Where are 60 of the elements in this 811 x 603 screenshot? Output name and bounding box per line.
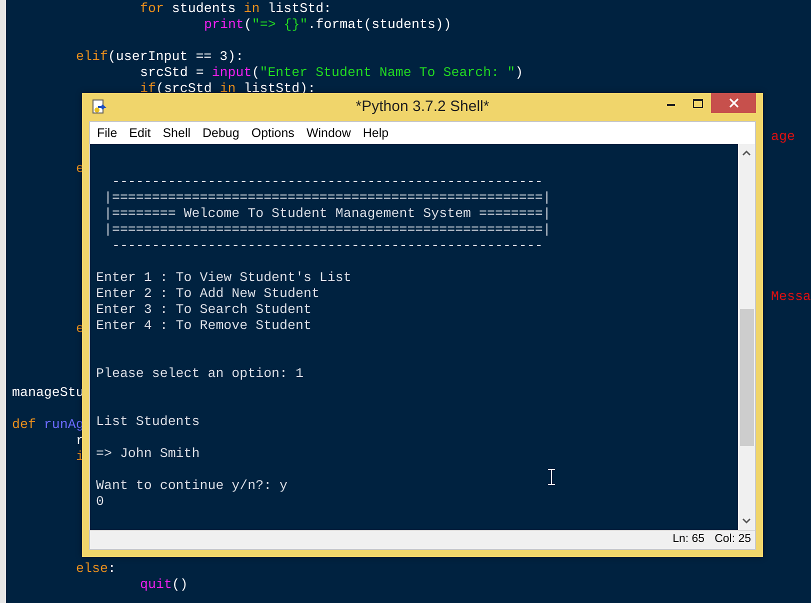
code-text: quit [140, 577, 172, 593]
code-text: "Enter Student Name To Search: " [260, 65, 516, 81]
scroll-down-icon[interactable] [742, 518, 751, 524]
scrollbar[interactable] [738, 144, 755, 530]
code-text: for [140, 1, 164, 17]
code-text: listStd: [266, 1, 332, 17]
code-text: () [172, 577, 188, 593]
code-text: runAg [44, 417, 84, 433]
code-text: ) [515, 65, 524, 81]
code-text: students [170, 1, 237, 17]
code-text: .format(students)) [308, 17, 452, 33]
shell-text: List Students [96, 414, 200, 429]
column-number-text: Col: 25 [714, 532, 751, 548]
menu-item[interactable]: Shell [156, 124, 196, 142]
code-text: input [212, 65, 252, 81]
shell-text: ------------------------------------------------------ [110, 238, 543, 253]
menu-item[interactable]: Help [356, 124, 395, 142]
shell-text: Please select an option: 1 [96, 366, 304, 381]
line-number-text: Ln: 65 [672, 532, 705, 548]
close-icon [728, 98, 738, 108]
menu-item[interactable]: File [91, 124, 124, 142]
shell-text: |======================================================| [102, 190, 551, 205]
text-cursor-icon [548, 469, 555, 485]
python-shell-icon [91, 99, 107, 115]
scroll-up-icon[interactable] [742, 150, 751, 156]
code-text: Messa [771, 289, 811, 305]
menu-item[interactable]: Edit [123, 124, 157, 142]
shell-text: Enter 4 : To Remove Student [96, 318, 312, 333]
code-text: in [220, 81, 236, 97]
code-text: : [108, 561, 116, 577]
code-text: listStd): [242, 81, 316, 97]
menu-item[interactable]: Window [300, 124, 357, 142]
shell-text: Enter 3 : To Search Student [96, 302, 312, 317]
shell-text: |======================================================| [102, 222, 551, 237]
shell-text: |======== Welcome To Student Management System ========| [102, 206, 551, 221]
code-text: ( [252, 65, 260, 81]
shell-text: Want to continue y/n?: y [96, 478, 288, 493]
code-text: else [76, 561, 108, 577]
window-title: *Python 3.7.2 Shell* [356, 96, 490, 117]
code-text: "=> {}" [252, 17, 308, 33]
menu-item[interactable]: Debug [196, 124, 246, 142]
code-text: ( [244, 17, 252, 33]
code-text: if [140, 81, 156, 97]
shell-text: 0 [96, 494, 104, 509]
shell-text: ------------------------------------------------------ [110, 174, 543, 189]
shell-text: Enter 2 : To Add New Student [96, 286, 320, 301]
close-button[interactable] [711, 93, 756, 113]
code-text: age [771, 129, 795, 145]
shell-text: => John Smith [96, 446, 200, 461]
code-text: (userInput == 3): [108, 49, 244, 65]
code-text: elif [76, 49, 108, 65]
code-text: def [12, 417, 37, 433]
shell-text: Enter 1 : To View Student's List [96, 270, 352, 285]
code-text: (srcStd [156, 81, 213, 97]
code-text: in [244, 1, 260, 17]
code-text: manageStu [12, 385, 84, 401]
scrollbar-thumb[interactable] [740, 309, 754, 446]
code-text: srcStd = [140, 65, 205, 81]
menu-item[interactable]: Options [245, 124, 300, 142]
code-text: print [204, 17, 244, 33]
